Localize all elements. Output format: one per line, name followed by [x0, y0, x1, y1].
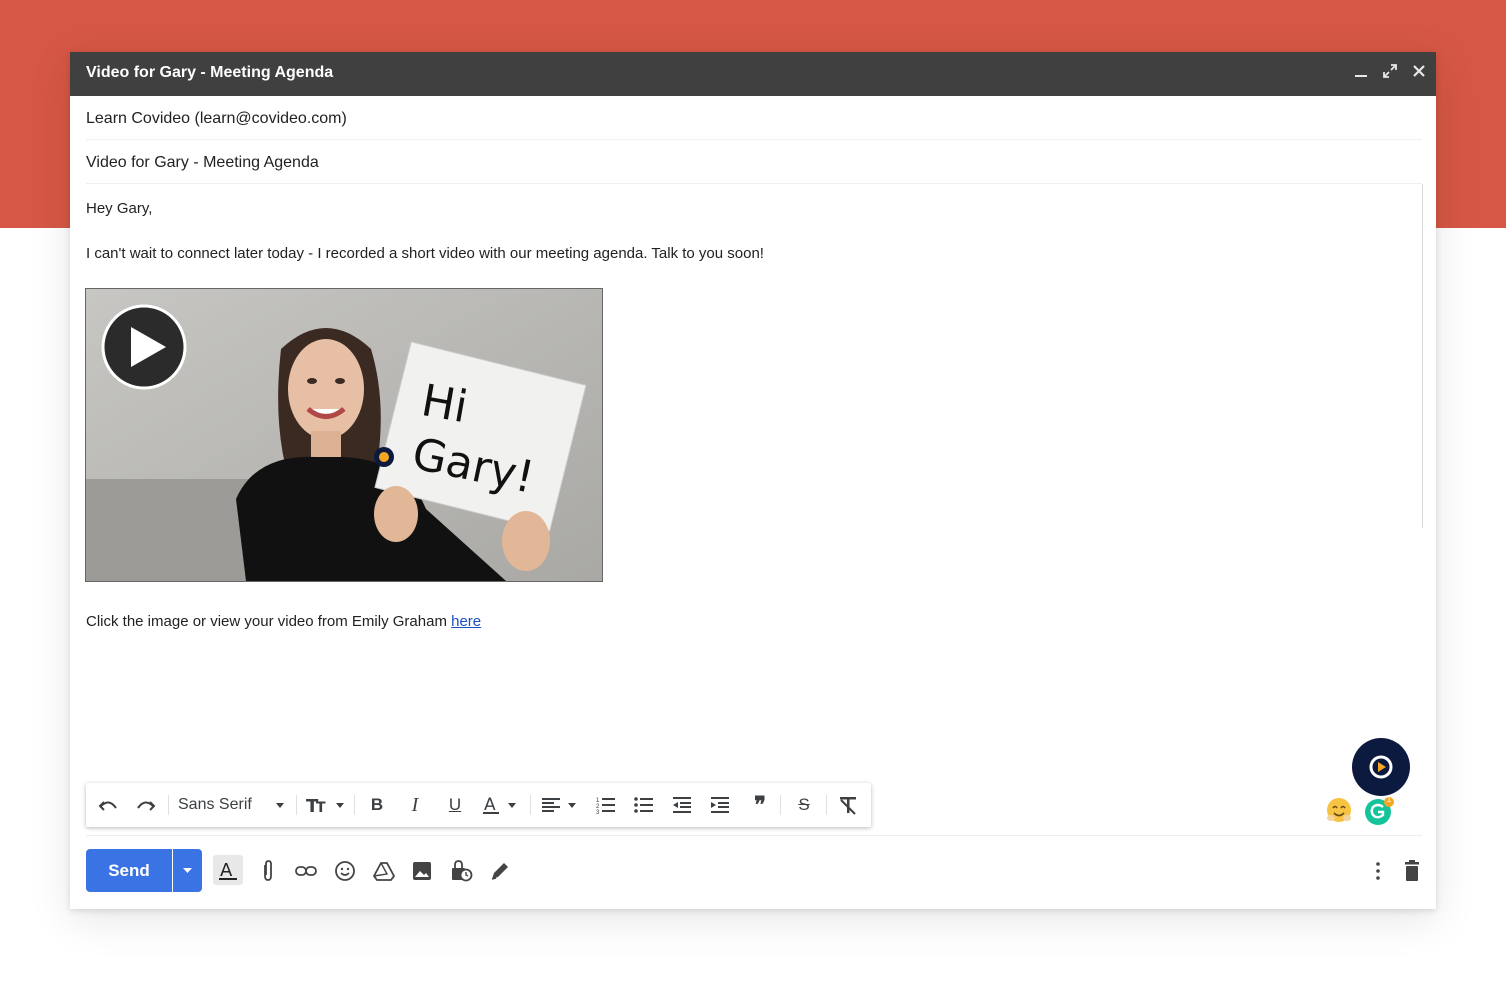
body-footer: Click the image or view your video from …: [86, 613, 481, 630]
compose-titlebar[interactable]: Video for Gary - Meeting Agenda: [70, 52, 1436, 96]
attach-icon[interactable]: [256, 860, 280, 882]
font-dropdown-arrow-icon[interactable]: [272, 794, 288, 816]
strikethrough-icon[interactable]: S: [792, 794, 816, 816]
send-button[interactable]: Send: [86, 849, 172, 892]
undo-icon[interactable]: [96, 794, 120, 816]
text-format-icon: A: [219, 860, 237, 881]
minimize-button[interactable]: [1351, 63, 1371, 83]
footer-text: Click the image or view your video from …: [86, 613, 452, 630]
redo-icon[interactable]: [134, 794, 158, 816]
formatting-options-button[interactable]: A: [213, 855, 243, 885]
popout-button[interactable]: [1380, 63, 1400, 83]
font-name: Sans Serif: [178, 796, 252, 813]
more-options-icon[interactable]: [1366, 860, 1390, 882]
quote-icon[interactable]: ❞: [748, 794, 772, 816]
link-icon[interactable]: [294, 860, 318, 882]
numbered-list-icon[interactable]: 123: [594, 794, 618, 816]
close-icon: [1413, 65, 1425, 77]
svg-text:T: T: [316, 800, 326, 816]
svg-text:A: A: [220, 860, 233, 881]
video-thumbnail[interactable]: Hi Gary!: [85, 288, 603, 582]
svg-text:3: 3: [596, 810, 600, 816]
subject-value: Video for Gary - Meeting Agenda: [86, 154, 319, 171]
compose-window: Video for Gary - Meeting Agenda Learn Co…: [70, 52, 1436, 909]
subject-field[interactable]: Video for Gary - Meeting Agenda: [86, 140, 1422, 184]
collapse-arrows-icon: [1383, 64, 1397, 78]
font-size-icon[interactable]: TT: [306, 794, 346, 817]
drive-icon[interactable]: [372, 860, 396, 882]
close-button[interactable]: [1409, 63, 1429, 83]
minimize-icon: [1355, 75, 1367, 77]
send-options-button[interactable]: [173, 849, 202, 892]
formatting-toolbar: Sans Serif TT B I U A 123 ❞ S: [86, 783, 871, 827]
from-field[interactable]: Learn Covideo (learn@covideo.com): [86, 96, 1422, 140]
font-family-select[interactable]: Sans Serif: [178, 794, 262, 816]
discard-draft-icon[interactable]: [1400, 860, 1424, 882]
grammarly-badge: 1: [1386, 795, 1392, 804]
window-title: Video for Gary - Meeting Agenda: [86, 64, 334, 81]
from-value: Learn Covideo (learn@covideo.com): [86, 110, 347, 127]
indent-less-icon[interactable]: [670, 794, 694, 816]
emoji-widget-icon[interactable]: [1325, 796, 1353, 824]
bulleted-list-icon[interactable]: [632, 794, 656, 816]
italic-icon[interactable]: I: [404, 794, 426, 816]
emoji-icon[interactable]: [333, 860, 357, 882]
video-frame-image: Hi Gary!: [86, 289, 602, 581]
remove-formatting-icon[interactable]: [836, 794, 860, 816]
photo-icon[interactable]: [410, 860, 434, 882]
text-color-icon[interactable]: A: [482, 794, 522, 816]
confidential-mode-icon[interactable]: [449, 860, 473, 882]
grammarly-button[interactable]: 1: [1364, 795, 1396, 826]
video-sign-line1: Hi: [418, 375, 471, 433]
align-icon[interactable]: [540, 794, 580, 816]
covideo-button[interactable]: [1352, 738, 1410, 796]
covideo-logo-icon: [1369, 755, 1393, 779]
underline-icon[interactable]: U: [444, 794, 466, 816]
video-link[interactable]: here: [451, 613, 481, 630]
body-scroll-edge: [1422, 184, 1423, 528]
indent-more-icon[interactable]: [708, 794, 732, 816]
chevron-down-icon: [183, 868, 192, 873]
body-paragraph: I can't wait to connect later today - I …: [86, 245, 764, 262]
body-greeting: Hey Gary,: [86, 200, 153, 217]
signature-pen-icon[interactable]: [488, 860, 512, 882]
divider: [86, 835, 1422, 836]
bold-icon[interactable]: B: [366, 794, 388, 816]
